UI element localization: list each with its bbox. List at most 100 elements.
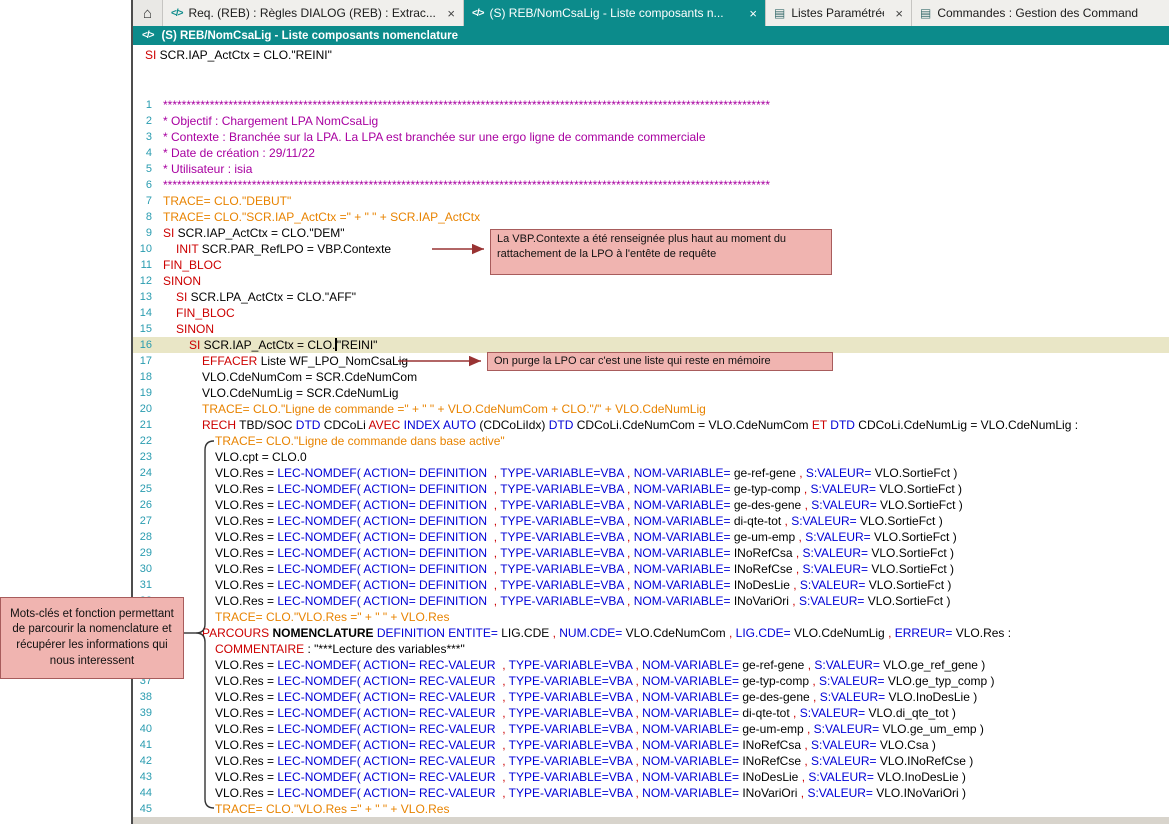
code-text: VLO.Res = LEC-NOMDEF( ACTION= DEFINITION… <box>155 577 951 593</box>
code-line[interactable]: 18VLO.CdeNumCom = SCR.CdeNumCom <box>133 369 1169 385</box>
code-line[interactable]: 4* Date de création : 29/11/22 <box>133 145 1169 161</box>
code-text: VLO.Res = LEC-NOMDEF( ACTION= REC-VALEUR… <box>155 689 977 705</box>
line-number: 28 <box>133 529 155 545</box>
code-line[interactable]: 42VLO.Res = LEC-NOMDEF( ACTION= REC-VALE… <box>133 753 1169 769</box>
tab-close-icon[interactable]: × <box>442 6 455 21</box>
line-number: 1 <box>133 97 155 113</box>
code-line[interactable]: 45TRACE= CLO."VLO.Res =" + " " + VLO.Res <box>133 801 1169 817</box>
code-line[interactable]: 12SINON <box>133 273 1169 289</box>
line-number: 14 <box>133 305 155 321</box>
code-text: VLO.Res = LEC-NOMDEF( ACTION= DEFINITION… <box>155 465 957 481</box>
code-text: INIT SCR.PAR_RefLPO = VBP.Contexte <box>155 241 391 257</box>
tab-close-icon[interactable]: × <box>744 6 757 21</box>
code-line[interactable]: 44VLO.Res = LEC-NOMDEF( ACTION= REC-VALE… <box>133 785 1169 801</box>
code-line[interactable]: 19VLO.CdeNumLig = SCR.CdeNumLig <box>133 385 1169 401</box>
line-number: 7 <box>133 193 155 209</box>
line-number: 17 <box>133 353 155 369</box>
code-line[interactable]: 32VLO.Res = LEC-NOMDEF( ACTION= DEFINITI… <box>133 593 1169 609</box>
code-line[interactable]: 38VLO.Res = LEC-NOMDEF( ACTION= REC-VALE… <box>133 689 1169 705</box>
code-text: * Contexte : Branchée sur la LPA. La LPA… <box>155 129 706 145</box>
code-text: VLO.cpt = CLO.0 <box>155 449 307 465</box>
code-text: VLO.Res = LEC-NOMDEF( ACTION= REC-VALEUR… <box>155 673 995 689</box>
code-line[interactable]: 41VLO.Res = LEC-NOMDEF( ACTION= REC-VALE… <box>133 737 1169 753</box>
code-text: RECH TBD/SOC DTD CDCoLi AVEC INDEX AUTO … <box>155 417 1078 433</box>
code-editor[interactable]: 1***************************************… <box>133 97 1169 817</box>
code-icon: </> <box>142 30 153 41</box>
code-text: ****************************************… <box>155 177 770 193</box>
line-number: 24 <box>133 465 155 481</box>
line-number: 8 <box>133 209 155 225</box>
tab-listes-parametrees[interactable]: ▤ Listes Paramétrées × <box>766 0 912 26</box>
code-line[interactable]: 13SI SCR.LPA_ActCtx = CLO."AFF" <box>133 289 1169 305</box>
code-line[interactable]: 24VLO.Res = LEC-NOMDEF( ACTION= DEFINITI… <box>133 465 1169 481</box>
code-line[interactable]: 22TRACE= CLO."Ligne de commande dans bas… <box>133 433 1169 449</box>
code-line[interactable]: 43VLO.Res = LEC-NOMDEF( ACTION= REC-VALE… <box>133 769 1169 785</box>
line-number: 5 <box>133 161 155 177</box>
code-line[interactable]: 34PARCOURS NOMENCLATURE DEFINITION ENTIT… <box>133 625 1169 641</box>
code-text: TRACE= CLO."DEBUT" <box>155 193 291 209</box>
code-line[interactable]: 14FIN_BLOC <box>133 305 1169 321</box>
code-text: ****************************************… <box>155 97 770 113</box>
line-number: 4 <box>133 145 155 161</box>
code-text: VLO.Res = LEC-NOMDEF( ACTION= DEFINITION… <box>155 481 962 497</box>
code-line[interactable]: 40VLO.Res = LEC-NOMDEF( ACTION= REC-VALE… <box>133 721 1169 737</box>
line-number: 11 <box>133 257 155 273</box>
code-text: VLO.Res = LEC-NOMDEF( ACTION= REC-VALEUR… <box>155 785 966 801</box>
code-text: * Date de création : 29/11/22 <box>155 145 315 161</box>
line-number: 38 <box>133 689 155 705</box>
code-line[interactable]: 29VLO.Res = LEC-NOMDEF( ACTION= DEFINITI… <box>133 545 1169 561</box>
code-line[interactable]: 39VLO.Res = LEC-NOMDEF( ACTION= REC-VALE… <box>133 705 1169 721</box>
code-line[interactable]: 25VLO.Res = LEC-NOMDEF( ACTION= DEFINITI… <box>133 481 1169 497</box>
code-text: TRACE= CLO."Ligne de commande =" + " " +… <box>155 401 706 417</box>
code-line[interactable]: 36VLO.Res = LEC-NOMDEF( ACTION= REC-VALE… <box>133 657 1169 673</box>
line-number: 40 <box>133 721 155 737</box>
code-text: VLO.Res = LEC-NOMDEF( ACTION= REC-VALEUR… <box>155 753 973 769</box>
code-line[interactable]: 35COMMENTAIRE : "***Lecture des variable… <box>133 641 1169 657</box>
code-line[interactable]: 31VLO.Res = LEC-NOMDEF( ACTION= DEFINITI… <box>133 577 1169 593</box>
annotation-box-mots-cles: Mots-clés et fonction permettant de parc… <box>0 597 184 679</box>
code-line[interactable]: 6***************************************… <box>133 177 1169 193</box>
code-line[interactable]: 2* Objectif : Chargement LPA NomCsaLig <box>133 113 1169 129</box>
tab-req-reb[interactable]: </> Req. (REB) : Règles DIALOG (REB) : E… <box>163 0 464 26</box>
code-text: VLO.Res = LEC-NOMDEF( ACTION= REC-VALEUR… <box>155 769 966 785</box>
code-line[interactable]: 28VLO.Res = LEC-NOMDEF( ACTION= DEFINITI… <box>133 529 1169 545</box>
code-line[interactable]: 21RECH TBD/SOC DTD CDCoLi AVEC INDEX AUT… <box>133 417 1169 433</box>
tab-nomcsalig-active[interactable]: </> (S) REB/NomCsaLig - Liste composants… <box>464 0 766 26</box>
code-line[interactable]: 7TRACE= CLO."DEBUT" <box>133 193 1169 209</box>
code-line[interactable]: 8TRACE= CLO."SCR.IAP_ActCtx =" + " " + S… <box>133 209 1169 225</box>
code-line[interactable]: 27VLO.Res = LEC-NOMDEF( ACTION= DEFINITI… <box>133 513 1169 529</box>
code-text: VLO.Res = LEC-NOMDEF( ACTION= DEFINITION… <box>155 545 954 561</box>
annotation-box-purge-lpo: On purge la LPO car c'est une liste qui … <box>487 352 833 371</box>
code-line-current[interactable]: 16SI SCR.IAP_ActCtx = CLO."REINI" <box>133 337 1169 353</box>
line-number: 25 <box>133 481 155 497</box>
code-line[interactable]: 26VLO.Res = LEC-NOMDEF( ACTION= DEFINITI… <box>133 497 1169 513</box>
line-number: 30 <box>133 561 155 577</box>
code-text: VLO.Res = LEC-NOMDEF( ACTION= DEFINITION… <box>155 593 950 609</box>
line-number: 2 <box>133 113 155 129</box>
document-icon: ▤ <box>920 6 931 20</box>
line-number: 20 <box>133 401 155 417</box>
code-lines: 1***************************************… <box>133 97 1169 817</box>
code-line[interactable]: 20TRACE= CLO."Ligne de commande =" + " "… <box>133 401 1169 417</box>
code-line[interactable]: 3* Contexte : Branchée sur la LPA. La LP… <box>133 129 1169 145</box>
code-text: PARCOURS NOMENCLATURE DEFINITION ENTITE=… <box>155 625 1011 641</box>
tab-close-icon[interactable]: × <box>890 6 903 21</box>
line-number: 23 <box>133 449 155 465</box>
code-line[interactable]: 33TRACE= CLO."VLO.Res =" + " " + VLO.Res <box>133 609 1169 625</box>
tab-home[interactable]: ⌂ <box>133 0 163 26</box>
code-text: TRACE= CLO."VLO.Res =" + " " + VLO.Res <box>155 609 449 625</box>
application-window: ⌂ </> Req. (REB) : Règles DIALOG (REB) :… <box>0 0 1169 824</box>
line-number: 9 <box>133 225 155 241</box>
line-number: 42 <box>133 753 155 769</box>
code-line[interactable]: 37VLO.Res = LEC-NOMDEF( ACTION= REC-VALE… <box>133 673 1169 689</box>
code-line[interactable]: 5* Utilisateur : isia <box>133 161 1169 177</box>
code-line[interactable]: 30VLO.Res = LEC-NOMDEF( ACTION= DEFINITI… <box>133 561 1169 577</box>
code-text: VLO.Res = LEC-NOMDEF( ACTION= REC-VALEUR… <box>155 705 956 721</box>
horizontal-scrollbar[interactable] <box>133 817 1169 824</box>
code-line[interactable]: 23VLO.cpt = CLO.0 <box>133 449 1169 465</box>
code-text: * Utilisateur : isia <box>155 161 252 177</box>
code-line[interactable]: 1***************************************… <box>133 97 1169 113</box>
line-number: 19 <box>133 385 155 401</box>
code-line[interactable]: 15SINON <box>133 321 1169 337</box>
tab-commandes[interactable]: ▤ Commandes : Gestion des Command <box>912 0 1169 26</box>
